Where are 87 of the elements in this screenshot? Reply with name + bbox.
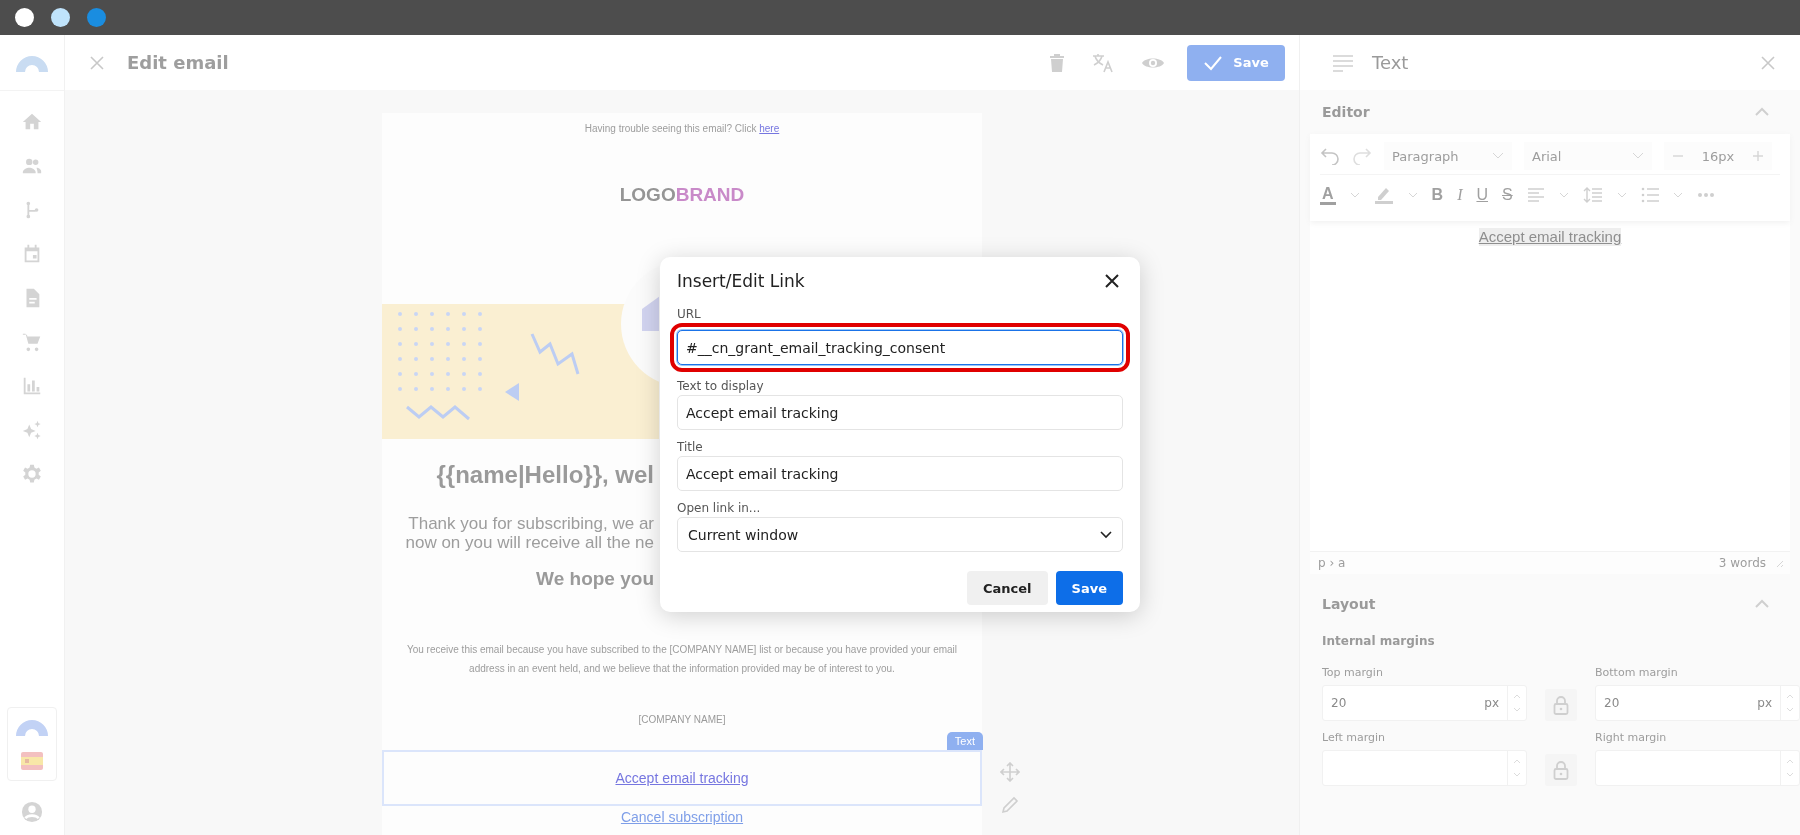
subsection-heading: Internal margins: [1322, 634, 1436, 648]
font-size-value: 16px: [1701, 148, 1735, 164]
field-label: Right margin: [1595, 731, 1668, 744]
number-field[interactable]: [1322, 750, 1527, 786]
window-dot-icon[interactable]: [51, 8, 70, 27]
format-button[interactable]: I: [1457, 186, 1463, 204]
check-icon: [1203, 54, 1224, 71]
arch-logo-icon[interactable]: [15, 53, 49, 72]
user-avatar-icon[interactable]: [21, 801, 43, 823]
caret-icon[interactable]: [1558, 191, 1569, 199]
chevron-icon[interactable]: [1754, 599, 1770, 609]
input-field[interactable]: Accept email tracking: [677, 456, 1123, 491]
pencil-icon[interactable]: [1001, 796, 1019, 814]
caret-icon[interactable]: [1616, 191, 1627, 199]
padlock-icon: [1553, 760, 1569, 780]
resize-handle-icon[interactable]: [1774, 558, 1784, 568]
caret-icon[interactable]: [1349, 191, 1360, 199]
chevron-icon: [1100, 530, 1112, 539]
flag-icon[interactable]: [21, 752, 43, 770]
arch-logo-icon[interactable]: [15, 718, 49, 736]
editor-link-text[interactable]: Accept email tracking: [1478, 228, 1622, 246]
cancel-subscription-link[interactable]: Cancel subscription: [620, 809, 744, 825]
field-label: Open link in...: [677, 501, 761, 515]
undo-icon[interactable]: [1320, 147, 1340, 165]
word-count: 3 words: [1718, 556, 1766, 570]
padlock-icon: [1553, 695, 1569, 715]
panel-title: Text: [1372, 52, 1409, 73]
format-button[interactable]: U: [1476, 186, 1488, 204]
element-path[interactable]: p › a: [1318, 556, 1346, 570]
align-icon[interactable]: [1526, 188, 1545, 202]
more-icon[interactable]: [1696, 192, 1715, 198]
input-field[interactable]: Accept email tracking: [677, 395, 1123, 430]
close-icon[interactable]: [1105, 274, 1119, 288]
lock-button[interactable]: [1545, 754, 1577, 786]
save-button[interactable]: Save: [1055, 571, 1123, 605]
target-select[interactable]: Current window: [677, 517, 1123, 552]
cancel-button[interactable]: Cancel: [967, 571, 1048, 605]
here-link[interactable]: here: [759, 123, 780, 134]
brand-logo: LOGOBRAND: [619, 184, 745, 206]
field-label: Bottom margin: [1595, 666, 1679, 679]
field-label: URL: [677, 307, 701, 321]
tracking-link[interactable]: Accept email tracking: [615, 770, 749, 786]
page-title: Edit email: [127, 52, 229, 73]
intro-text: Thank you for subscribing, we ar: [407, 514, 654, 533]
field-label: Text to display: [677, 379, 764, 393]
closing-heading: We hope you: [535, 568, 654, 590]
settings-icon[interactable]: [21, 463, 43, 485]
selected-text-block[interactable]: Accept email tracking: [382, 750, 982, 806]
cart-icon[interactable]: [21, 331, 43, 353]
number-field[interactable]: 20 px: [1322, 685, 1527, 721]
bar-chart-icon[interactable]: [21, 375, 43, 397]
text-lines-icon: [1332, 53, 1354, 72]
lock-button[interactable]: [1545, 689, 1577, 721]
redo-icon[interactable]: [1352, 147, 1372, 165]
list-icon[interactable]: [1640, 187, 1659, 203]
move-icon[interactable]: [1000, 762, 1020, 782]
trash-icon[interactable]: [1049, 52, 1065, 73]
window-dot-icon[interactable]: [15, 8, 34, 27]
dialog-title: Insert/Edit Link: [677, 271, 805, 291]
field-label: Title: [677, 440, 703, 454]
preheader-text: Having trouble seeing this email? Click here: [584, 123, 780, 134]
window-dot-icon[interactable]: [87, 8, 106, 27]
block-type-tag: Text: [946, 732, 983, 750]
editor-area[interactable]: Accept email tracking: [1310, 221, 1790, 551]
chevron-icon[interactable]: [1754, 107, 1770, 117]
intro-text: now on you will receive all the ne: [404, 533, 654, 552]
chevron-icon: [1492, 152, 1504, 160]
section-heading: Editor: [1322, 104, 1370, 120]
caret-icon[interactable]: [1407, 191, 1418, 199]
section-heading: Layout: [1322, 596, 1376, 612]
number-field[interactable]: 20 px: [1595, 685, 1800, 721]
chevron-icon: [1632, 152, 1644, 160]
number-field[interactable]: [1595, 750, 1800, 786]
company-name: [COMPANY NAME]: [638, 714, 726, 725]
line-height-icon[interactable]: [1582, 187, 1603, 203]
plus-icon[interactable]: [1752, 150, 1764, 162]
field-label: Top margin: [1322, 666, 1384, 679]
save-button[interactable]: Save: [1187, 44, 1285, 81]
footer-note: You receive this email because you have subscribed to the [COMPANY NAME] list or because you have provided your email address in an event held, and we believe that the information provided may be of interest to you.: [405, 643, 959, 676]
format-button[interactable]: B: [1431, 186, 1444, 204]
field-label: Left margin: [1322, 731, 1386, 744]
greeting-heading: {{name|Hello}}, wel: [435, 461, 654, 489]
caret-icon[interactable]: [1672, 191, 1683, 199]
format-button[interactable]: S: [1502, 186, 1513, 204]
highlighter-icon[interactable]: [1373, 186, 1394, 204]
sparkle-icon[interactable]: [21, 419, 43, 441]
text-color-button[interactable]: A: [1320, 185, 1336, 205]
